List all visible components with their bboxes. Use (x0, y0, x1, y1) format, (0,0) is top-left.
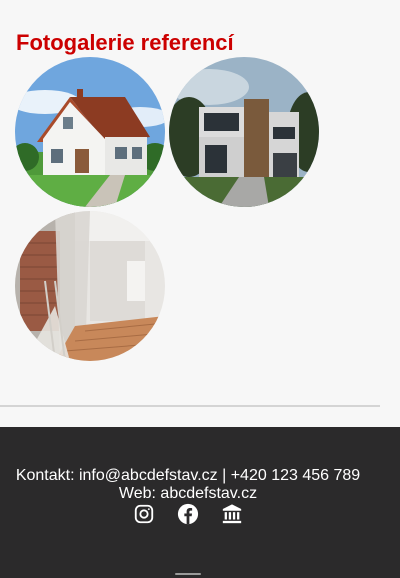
renovation-photo (15, 211, 165, 361)
gallery-title: Fotogalerie referencí (16, 30, 234, 55)
footer-contact: Kontakt: info@abcdefstav.cz | +420 123 4… (15, 467, 361, 484)
modern-house-photo (169, 57, 319, 207)
footer-web: Web: abcdefstav.cz (118, 485, 258, 502)
gallery-thumb-renovation[interactable] (15, 211, 165, 361)
instagram-icon[interactable] (133, 503, 155, 525)
house-photo (15, 57, 165, 207)
gallery-thumb-house[interactable] (15, 57, 165, 207)
section-divider (0, 405, 380, 407)
gallery-section: Fotogalerie referencí (0, 0, 400, 410)
bank-icon[interactable] (221, 503, 243, 525)
home-indicator (175, 573, 201, 575)
social-links (0, 503, 376, 525)
gallery-thumb-modern-house[interactable] (169, 57, 319, 207)
facebook-icon[interactable] (177, 503, 199, 525)
footer: Kontakt: info@abcdefstav.cz | +420 123 4… (0, 427, 400, 578)
